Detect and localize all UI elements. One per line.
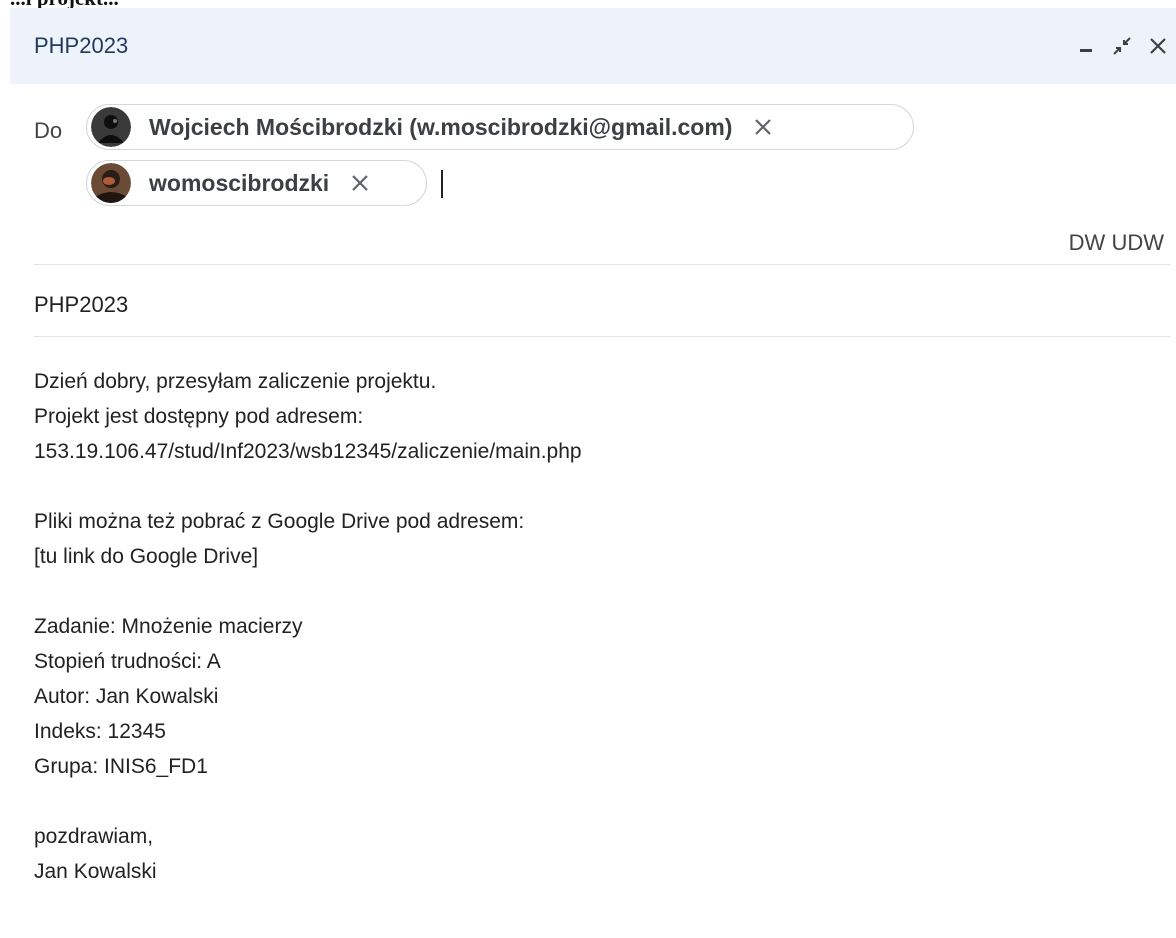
body-line: pozdrawiam, <box>34 825 154 848</box>
bcc-link[interactable]: UDW <box>1111 230 1164 255</box>
exit-fullscreen-button[interactable] <box>1104 28 1140 64</box>
body-line: Autor: Jan Kowalski <box>34 685 219 708</box>
recipient-label: womoscibrodzki <box>149 169 330 196</box>
body-line: Jan Kowalski <box>34 860 157 883</box>
compose-titlebar[interactable]: PHP2023 <box>10 8 1176 84</box>
minimize-button[interactable] <box>1068 28 1104 64</box>
body-line: 153.19.106.47/stud/Inf2023/wsb12345/zali… <box>34 440 582 463</box>
person-avatar-dark <box>91 107 131 147</box>
body-line <box>34 574 1154 609</box>
cc-link[interactable]: DW <box>1069 230 1106 255</box>
body-line: Grupa: INIS6_FD1 <box>34 755 208 778</box>
exit-fullscreen-icon <box>1113 37 1131 55</box>
cc-bcc-links: DW UDW <box>1069 230 1164 256</box>
close-icon <box>352 175 368 191</box>
remove-recipient-button[interactable] <box>746 110 780 144</box>
divider <box>34 264 1170 265</box>
body-line: Projekt jest dostępny pod adresem: <box>34 405 364 428</box>
body-line: Pliki można też pobrać z Google Drive po… <box>34 510 525 533</box>
compose-window: PHP2023 Do Wojciech Mościbrodzki (w.mosc… <box>10 8 1176 938</box>
compose-title: PHP2023 <box>34 33 129 58</box>
body-line: [tu link do Google Drive] <box>34 545 259 568</box>
close-icon <box>755 119 772 135</box>
person-avatar-photo <box>91 163 131 203</box>
body-line <box>34 784 1154 819</box>
body-line: Dzień dobry, przesyłam zaliczenie projek… <box>34 370 437 393</box>
body-line: Zadanie: Mnożenie macierzy <box>34 615 303 638</box>
recipient-chip[interactable]: Wojciech Mościbrodzki (w.moscibrodzki@gm… <box>86 104 914 150</box>
window-controls <box>1068 28 1176 64</box>
body-line: Stopień trudności: A <box>34 650 221 673</box>
body-line: Indeks: 12345 <box>34 720 166 743</box>
message-body[interactable]: Dzień dobry, przesyłam zaliczenie projek… <box>34 364 1154 889</box>
minimize-icon <box>1080 49 1092 52</box>
recipient-label: Wojciech Mościbrodzki (w.moscibrodzki@gm… <box>149 113 733 140</box>
subject-field[interactable]: PHP2023 <box>34 292 128 318</box>
body-line <box>34 469 1154 504</box>
close-button[interactable] <box>1140 28 1176 64</box>
close-icon <box>1150 38 1166 54</box>
remove-recipient-button[interactable] <box>343 166 377 200</box>
page-header-fragment: ...i projekt... <box>10 0 119 8</box>
recipient-chip[interactable]: womoscibrodzki <box>86 160 427 206</box>
page-top-strip: ...i projekt... <box>0 0 1176 8</box>
divider <box>34 336 1170 337</box>
to-label: Do <box>34 118 63 143</box>
text-cursor <box>441 170 443 198</box>
